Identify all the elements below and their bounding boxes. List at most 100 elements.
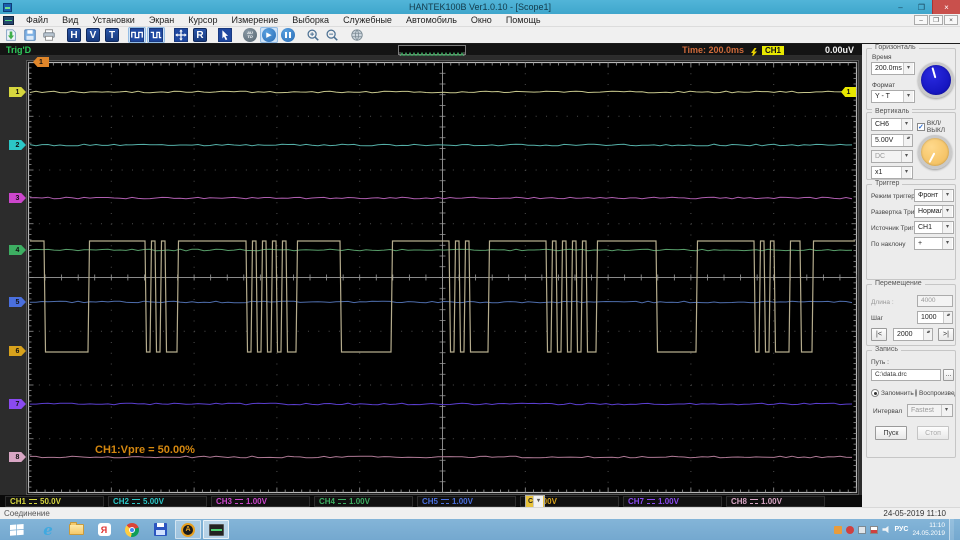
tray-antivirus-icon[interactable] [846, 525, 855, 534]
pause-icon [281, 28, 295, 42]
position-spinner[interactable]: 2000 [893, 328, 933, 341]
menu-item-1[interactable]: Вид [55, 14, 85, 27]
go-end-button[interactable]: >| [938, 328, 954, 341]
mdi-close-button[interactable]: × [944, 15, 958, 25]
tray-updates-icon[interactable] [834, 525, 843, 534]
cursor-icon [218, 28, 232, 42]
timebase-select[interactable]: 200.0ms [871, 62, 915, 75]
channel-cell-ch3[interactable]: CH3 1.00V [211, 495, 310, 507]
trigger-mode-select[interactable]: Фронт [914, 189, 954, 202]
vertical-knob[interactable] [918, 135, 952, 169]
vertical-setup-button[interactable]: V [84, 27, 102, 43]
toolbar: H V T R AU TO ▶ [0, 27, 960, 44]
reference-button[interactable]: R [191, 27, 209, 43]
channel-cell-ch8[interactable]: CH8 1.00V [726, 495, 825, 507]
dc-coupling-icon [29, 498, 38, 504]
pause-acquisition-button[interactable] [279, 27, 297, 43]
channel-cell-ch6[interactable]: CH65.00V [520, 494, 619, 508]
taskbar-floppy-app[interactable] [147, 520, 173, 539]
taskbar-yandex-browser[interactable]: Я [91, 520, 117, 539]
menu-item-9[interactable]: Окно [464, 14, 499, 27]
channel-select[interactable]: CH6 [871, 118, 913, 131]
probe-select[interactable]: x1 [871, 166, 913, 179]
channel-cell-ch5[interactable]: CH5 1.00V [417, 495, 516, 507]
play-radio[interactable] [915, 389, 917, 397]
menu-bar: Файл Вид Установки Экран Курсор Измерение Выбо… [0, 14, 960, 27]
taskbar-internet-explorer[interactable]: e [35, 520, 61, 539]
volts-div-spinner[interactable]: 5.00V [871, 134, 913, 147]
waveform-gen-button[interactable] [147, 27, 165, 43]
cursor-button[interactable] [216, 27, 234, 43]
onoff-checkbox[interactable]: ✓ [917, 123, 925, 131]
taskbar-hantek-launcher[interactable]: A [175, 520, 201, 539]
channel-onoff[interactable]: ✓ ВКЛ/ВЫКЛ [917, 120, 955, 134]
channel-cell-ch1[interactable]: CH1 50.0V [5, 495, 104, 507]
trigger-sweep-select[interactable]: Нормаль [914, 205, 954, 218]
channel-cell-label: CH5 [422, 496, 439, 506]
measurement-readout: CH1:Vpre = 50.00% [95, 444, 195, 456]
zoom-in-button[interactable] [304, 27, 322, 43]
path-field[interactable]: C:\data.drc [871, 369, 941, 381]
show-desktop-button[interactable] [949, 519, 954, 540]
menu-item-10[interactable]: Помощь [499, 14, 548, 27]
scope-display: Trig'D Time: 200.0ms CH1 0.00uV 12345678… [0, 44, 862, 508]
dc-coupling-icon [132, 498, 141, 504]
menu-item-4[interactable]: Курсор [181, 14, 224, 27]
channel-cell-ch2[interactable]: CH2 5.00V [108, 495, 207, 507]
floppy-app-icon [153, 523, 167, 536]
tray-clock[interactable]: 11:10 24.05.2019 [912, 522, 945, 537]
taskbar-chrome[interactable] [119, 520, 145, 539]
browse-button[interactable]: ... [943, 369, 954, 381]
length-field: 4000 [917, 295, 953, 307]
horizontal-setup-button[interactable]: H [65, 27, 83, 43]
yandex-browser-icon: Я [97, 523, 111, 536]
menu-item-6[interactable]: Выборка [285, 14, 336, 27]
interval-label: Интервал [873, 408, 903, 415]
trigger-slope-select[interactable]: + [914, 237, 954, 250]
menu-item-8[interactable]: Автомобиль [399, 14, 464, 27]
print-button[interactable] [40, 27, 58, 43]
horizontal-knob[interactable] [918, 62, 954, 98]
open-button[interactable] [2, 27, 20, 43]
tray-action-center-icon[interactable] [870, 525, 879, 534]
pan-button[interactable] [172, 27, 190, 43]
start-button[interactable] [0, 519, 34, 540]
connect-button[interactable] [348, 27, 366, 43]
taskbar-scope-app[interactable] [203, 520, 229, 539]
go-begin-button[interactable]: |< [871, 328, 887, 341]
waveform-preview[interactable] [398, 45, 466, 59]
mdi-restore-button[interactable]: ❐ [929, 15, 943, 25]
mdi-minimize-button[interactable]: – [914, 15, 928, 25]
menu-item-2[interactable]: Установки [85, 14, 141, 27]
menu-item-3[interactable]: Экран [142, 14, 181, 27]
tray-volume-icon[interactable] [882, 525, 889, 534]
channel-cell-ch7[interactable]: CH7 1.00V [623, 495, 722, 507]
coupling-select[interactable]: DC [871, 150, 913, 163]
record-mode-save[interactable]: Запомнить [871, 389, 914, 397]
tray-app-icon[interactable] [858, 525, 867, 534]
format-select[interactable]: Y - T [871, 90, 915, 103]
menu-item-5[interactable]: Измерение [224, 14, 285, 27]
autoset-button[interactable]: AU TO [241, 27, 259, 43]
start-acquisition-button[interactable]: ▶ [260, 27, 278, 43]
auto-icon: AU TO [243, 28, 257, 42]
record-start-button[interactable]: Пуск [875, 426, 907, 440]
interval-select[interactable]: Fastest [907, 404, 953, 417]
menu-item-0[interactable]: Файл [19, 14, 55, 27]
menu-item-7[interactable]: Служебные [336, 14, 399, 27]
step-spinner[interactable]: 1000 [917, 311, 953, 324]
language-indicator[interactable]: РУС [894, 526, 908, 533]
channel-cell-label: CH6 [525, 494, 546, 508]
waveform-mode-button[interactable] [128, 27, 146, 43]
plot-area[interactable]: 12345678 1 1 CH1:Vpre = 50.00% [0, 56, 862, 495]
trigger-source-badge: CH1 [761, 45, 784, 55]
record-stop-button[interactable]: Стоп [917, 426, 949, 440]
taskbar-file-explorer[interactable] [63, 520, 89, 539]
trigger-source-select[interactable]: CH1 [914, 221, 954, 234]
save-radio[interactable] [871, 389, 879, 397]
trigger-setup-button[interactable]: T [103, 27, 121, 43]
zoom-out-button[interactable] [323, 27, 341, 43]
save-button[interactable] [21, 27, 39, 43]
record-mode-play[interactable]: Воспроизвед [915, 389, 955, 397]
channel-cell-ch4[interactable]: CH4 1.00V [314, 495, 413, 507]
